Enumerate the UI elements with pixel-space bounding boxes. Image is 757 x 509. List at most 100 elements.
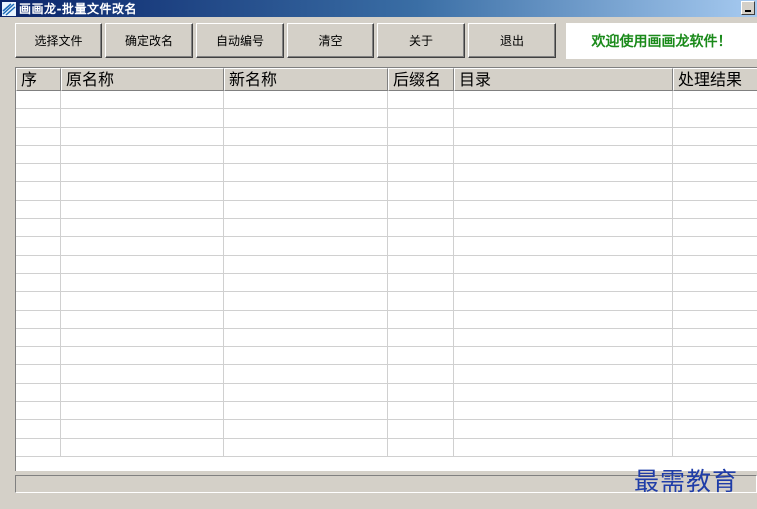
table-cell[interactable]: [16, 164, 61, 183]
about-button[interactable]: 关于: [377, 23, 465, 58]
table-cell[interactable]: [16, 109, 61, 128]
select-files-button[interactable]: 选择文件: [15, 23, 102, 58]
table-cell[interactable]: [673, 128, 757, 146]
table-row[interactable]: [16, 145, 757, 165]
table-cell[interactable]: [673, 256, 757, 274]
table-cell[interactable]: [61, 292, 224, 311]
table-cell[interactable]: [16, 237, 61, 256]
table-cell[interactable]: [673, 146, 757, 165]
table-cell[interactable]: [388, 402, 454, 421]
table-cell[interactable]: [16, 365, 61, 384]
table-cell[interactable]: [454, 347, 673, 366]
table-cell[interactable]: [454, 292, 673, 311]
table-cell[interactable]: [61, 383, 224, 403]
table-cell[interactable]: [388, 200, 454, 220]
table-row[interactable]: [16, 91, 757, 110]
table-cell[interactable]: [673, 219, 757, 238]
table-cell[interactable]: [454, 127, 673, 146]
table-cell[interactable]: [673, 91, 757, 110]
column-header-result[interactable]: 处理结果: [673, 68, 757, 91]
table-row[interactable]: [16, 109, 757, 128]
table-cell[interactable]: [454, 91, 673, 110]
table-cell[interactable]: [224, 91, 388, 110]
table-cell[interactable]: [673, 439, 757, 457]
table-cell[interactable]: [224, 255, 388, 274]
table-cell[interactable]: [16, 219, 61, 238]
table-cell[interactable]: [61, 255, 224, 274]
table-row[interactable]: [16, 219, 757, 238]
table-cell[interactable]: [388, 127, 454, 146]
table-cell[interactable]: [224, 273, 388, 293]
table-cell[interactable]: [388, 328, 454, 348]
table-cell[interactable]: [16, 145, 61, 165]
table-cell[interactable]: [224, 182, 388, 201]
table-cell[interactable]: [673, 365, 757, 384]
table-cell[interactable]: [454, 219, 673, 238]
table-cell[interactable]: [388, 182, 454, 201]
table-cell[interactable]: [454, 255, 673, 274]
table-cell[interactable]: [454, 273, 673, 293]
table-cell[interactable]: [61, 273, 224, 293]
table-cell[interactable]: [61, 365, 224, 384]
table-cell[interactable]: [673, 237, 757, 256]
table-cell[interactable]: [224, 292, 388, 311]
table-cell[interactable]: [388, 310, 454, 329]
table-row[interactable]: [16, 383, 757, 403]
table-cell[interactable]: [224, 164, 388, 183]
table-row[interactable]: [16, 182, 757, 201]
table-cell[interactable]: [61, 91, 224, 110]
table-cell[interactable]: [61, 402, 224, 421]
exit-button[interactable]: 退出: [468, 23, 556, 58]
clear-button[interactable]: 清空: [287, 23, 374, 58]
table-cell[interactable]: [16, 438, 61, 457]
table-cell[interactable]: [388, 164, 454, 183]
table-cell[interactable]: [388, 438, 454, 457]
table-cell[interactable]: [388, 347, 454, 366]
table-row[interactable]: [16, 292, 757, 311]
table-cell[interactable]: [454, 420, 673, 439]
table-cell[interactable]: [16, 200, 61, 220]
table-cell[interactable]: [454, 310, 673, 329]
table-cell[interactable]: [454, 438, 673, 457]
table-row[interactable]: [16, 164, 757, 183]
table-cell[interactable]: [224, 219, 388, 238]
table-cell[interactable]: [16, 347, 61, 366]
table-cell[interactable]: [673, 347, 757, 366]
auto-number-button[interactable]: 自动编号: [196, 23, 284, 58]
table-cell[interactable]: [61, 164, 224, 183]
table-cell[interactable]: [454, 402, 673, 421]
minimize-button[interactable]: [741, 1, 755, 15]
file-grid[interactable]: 序 原名称 新名称 后缀名 目录 处理结果: [15, 67, 757, 471]
table-cell[interactable]: [16, 255, 61, 274]
table-cell[interactable]: [16, 420, 61, 439]
table-row[interactable]: [16, 402, 757, 421]
table-cell[interactable]: [388, 273, 454, 293]
table-cell[interactable]: [61, 109, 224, 128]
table-cell[interactable]: [454, 109, 673, 128]
table-cell[interactable]: [388, 383, 454, 403]
table-row[interactable]: [16, 438, 757, 457]
table-cell[interactable]: [673, 420, 757, 439]
column-header-new-name[interactable]: 新名称: [224, 68, 388, 91]
table-cell[interactable]: [61, 328, 224, 348]
column-header-index[interactable]: 序: [16, 68, 61, 91]
table-row[interactable]: [16, 273, 757, 293]
table-cell[interactable]: [224, 328, 388, 348]
column-header-extension[interactable]: 后缀名: [388, 68, 454, 91]
table-row[interactable]: [16, 255, 757, 274]
table-cell[interactable]: [454, 383, 673, 403]
table-row[interactable]: [16, 365, 757, 384]
table-cell[interactable]: [388, 420, 454, 439]
table-cell[interactable]: [224, 438, 388, 457]
table-cell[interactable]: [16, 383, 61, 403]
table-cell[interactable]: [454, 145, 673, 165]
table-cell[interactable]: [388, 91, 454, 110]
table-cell[interactable]: [454, 328, 673, 348]
table-row[interactable]: [16, 200, 757, 220]
table-cell[interactable]: [673, 384, 757, 403]
table-cell[interactable]: [16, 273, 61, 293]
table-cell[interactable]: [61, 200, 224, 220]
table-cell[interactable]: [16, 182, 61, 201]
table-cell[interactable]: [673, 292, 757, 311]
column-header-original-name[interactable]: 原名称: [61, 68, 224, 91]
